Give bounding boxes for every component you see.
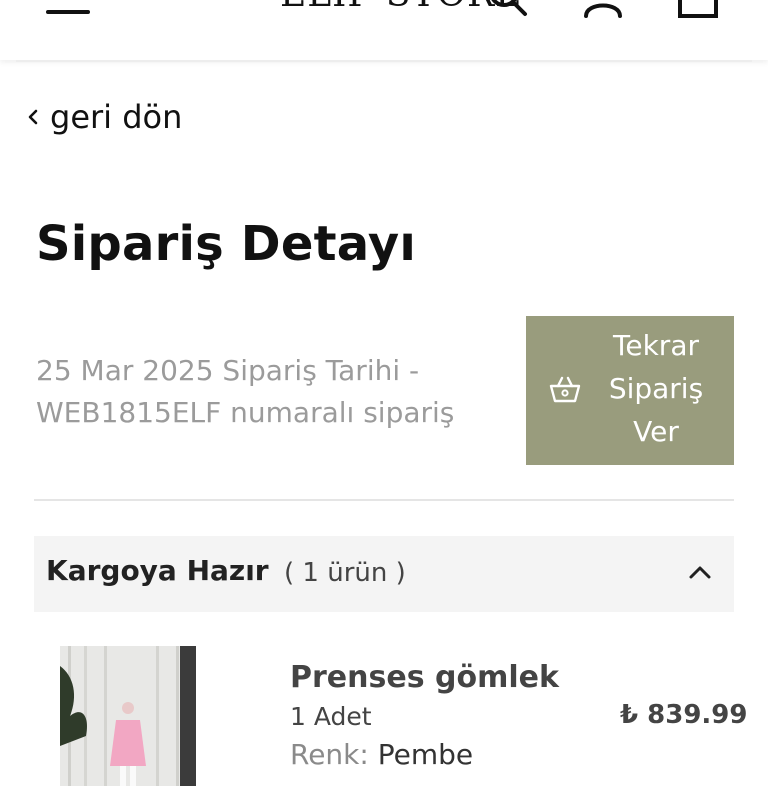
user-icon[interactable]	[582, 0, 624, 20]
site-header: ELIF STORE	[0, 0, 768, 60]
back-link[interactable]: geri dön	[26, 98, 182, 136]
product-quantity: 1 Adet	[290, 702, 372, 731]
order-meta: 25 Mar 2025 Sipariş Tarihi - WEB1815ELF …	[36, 350, 506, 434]
reorder-label: Tekrar Sipariş Ver	[592, 324, 720, 453]
reorder-label-line: Sipariş	[608, 372, 704, 405]
product-color: Renk: Pembe	[290, 738, 473, 771]
product-name[interactable]: Prenses gömlek	[290, 660, 559, 695]
color-value: Pembe	[377, 738, 474, 771]
basket-icon	[549, 376, 581, 403]
reorder-button[interactable]: Tekrar Sipariş Ver	[526, 316, 734, 465]
chevron-left-icon	[28, 109, 38, 125]
menu-icon[interactable]	[46, 0, 90, 16]
order-date: 25 Mar 2025 Sipariş Tarihi -	[36, 354, 420, 387]
reorder-label-line: Ver	[633, 415, 679, 448]
chevron-up-icon[interactable]	[688, 564, 712, 580]
color-label: Renk:	[290, 738, 369, 771]
page-title: Sipariş Detayı	[36, 216, 416, 272]
section-divider	[34, 499, 734, 501]
cart-icon[interactable]	[676, 0, 720, 20]
item-count: ( 1 ürün )	[284, 558, 406, 588]
back-label: geri dön	[50, 98, 183, 136]
product-image[interactable]	[60, 646, 196, 786]
product-price: ₺ 839.99	[620, 700, 748, 730]
header-divider	[16, 60, 752, 62]
product-photo-icon	[60, 646, 196, 786]
shipment-accordion-header[interactable]: Kargoya Hazır ( 1 ürün )	[34, 536, 734, 612]
reorder-label-line: Tekrar	[613, 329, 699, 362]
shipment-status: Kargoya Hazır	[46, 554, 269, 587]
search-icon[interactable]	[486, 0, 530, 20]
order-number: WEB1815ELF numaralı sipariş	[36, 396, 455, 429]
